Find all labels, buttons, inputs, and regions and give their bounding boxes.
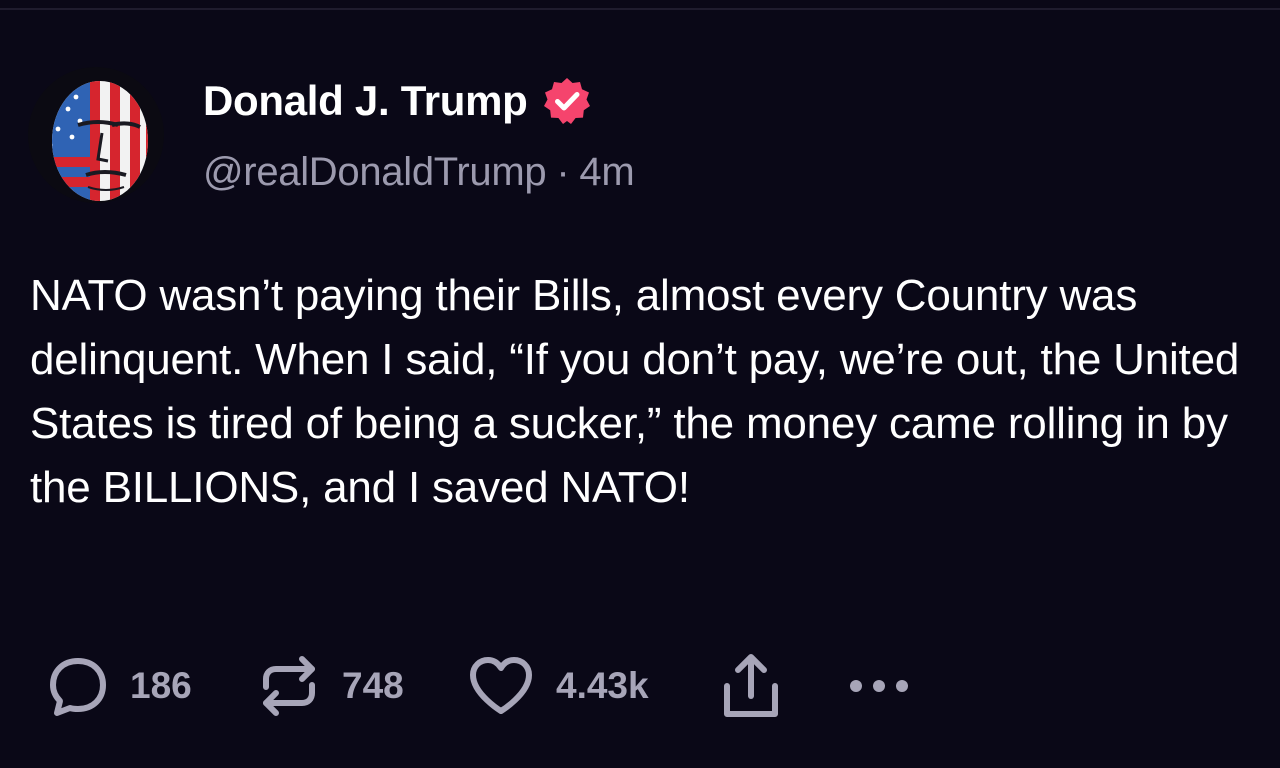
like-button[interactable]: 4.43k [468,650,649,722]
meta-separator: · [556,150,570,194]
author-handle[interactable]: @realDonaldTrump [203,150,547,194]
author-name-row: Donald J. Trump [203,74,592,128]
post-timestamp[interactable]: 4m [579,150,634,194]
share-button[interactable] [722,650,780,722]
repost-count: 748 [342,665,404,706]
avatar-image [28,67,164,203]
more-options-button[interactable] [848,650,910,722]
like-count: 4.43k [556,665,649,706]
more-icon [848,676,910,696]
post-body-text: NATO wasn’t paying their Bills, almost e… [30,271,1240,512]
reply-icon [48,654,108,718]
repost-icon [258,653,320,719]
share-icon [722,652,780,720]
display-name[interactable]: Donald J. Trump [203,77,528,125]
repost-button[interactable]: 748 [258,650,404,722]
post-card[interactable]: Donald J. Trump @realDonaldTrump · 4m NATO… [0,0,1280,768]
heart-icon [468,655,534,717]
post-actions-bar: 186 748 4.43k [48,650,948,722]
reply-count: 186 [130,665,192,706]
author-meta: @realDonaldTrump · 4m [203,150,635,195]
verified-badge-icon [542,76,592,126]
reply-button[interactable]: 186 [48,650,192,722]
avatar[interactable] [28,67,164,203]
